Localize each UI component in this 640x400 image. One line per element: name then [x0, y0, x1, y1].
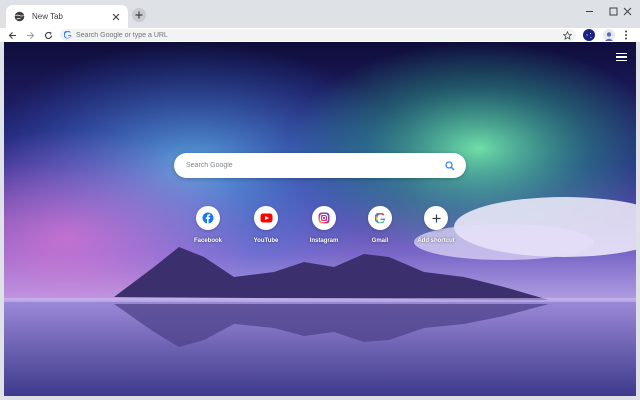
minimize-icon	[585, 10, 593, 12]
shortcut-label: Gmail	[371, 238, 389, 244]
search-input[interactable]	[186, 162, 444, 169]
minimize-button[interactable]	[576, 0, 602, 22]
menu-icon	[615, 52, 627, 55]
tab-strip: New Tab	[0, 0, 640, 28]
new-tab-button[interactable]	[132, 8, 146, 22]
shortcuts-grid: Facebook YouTube Instagram Gmail Add sho…	[175, 206, 465, 254]
shortcut-label: Instagram	[309, 238, 339, 244]
more-menu-button[interactable]	[619, 28, 633, 42]
omnibox[interactable]	[60, 29, 576, 41]
google-icon	[64, 31, 72, 39]
tab-title: New Tab	[32, 12, 63, 21]
customize-menu-button[interactable]	[614, 50, 628, 64]
shortcut-label: Facebook	[193, 238, 222, 244]
plus-icon	[432, 214, 440, 222]
close-icon	[623, 7, 631, 15]
shortcut-add[interactable]: Add shortcut	[406, 206, 466, 254]
close-icon[interactable]	[110, 11, 122, 23]
instagram-icon	[318, 212, 330, 224]
facebook-icon	[202, 212, 214, 224]
star-icon[interactable]	[562, 30, 572, 40]
reload-icon	[44, 31, 52, 39]
more-vert-icon	[625, 30, 627, 40]
shortcut-label: YouTube	[253, 238, 279, 244]
omnibox-input[interactable]	[76, 29, 576, 41]
reload-button[interactable]	[41, 28, 55, 42]
shortcut-label: Add shortcut	[417, 238, 455, 244]
plus-icon	[135, 11, 143, 19]
arrow-right-icon	[26, 31, 34, 39]
google-search-box[interactable]	[174, 153, 466, 178]
search-icon[interactable]	[444, 160, 456, 172]
close-window-button[interactable]	[614, 0, 640, 22]
shortcut-gmail[interactable]: Gmail	[350, 206, 410, 254]
shortcut-youtube[interactable]: YouTube	[236, 206, 296, 254]
back-button[interactable]	[5, 28, 19, 42]
forward-button[interactable]	[23, 28, 37, 42]
google-icon	[374, 212, 385, 223]
new-tab-page: Facebook YouTube	[4, 42, 636, 396]
extension-icon[interactable]	[583, 29, 595, 41]
globe-icon	[14, 11, 25, 22]
youtube-icon	[260, 213, 272, 223]
toolbar	[0, 28, 640, 42]
shortcut-instagram[interactable]: Instagram	[294, 206, 354, 254]
shortcut-facebook[interactable]: Facebook	[178, 206, 238, 254]
avatar[interactable]	[603, 29, 615, 41]
tab-new-tab[interactable]: New Tab	[6, 5, 128, 28]
arrow-left-icon	[8, 31, 16, 39]
